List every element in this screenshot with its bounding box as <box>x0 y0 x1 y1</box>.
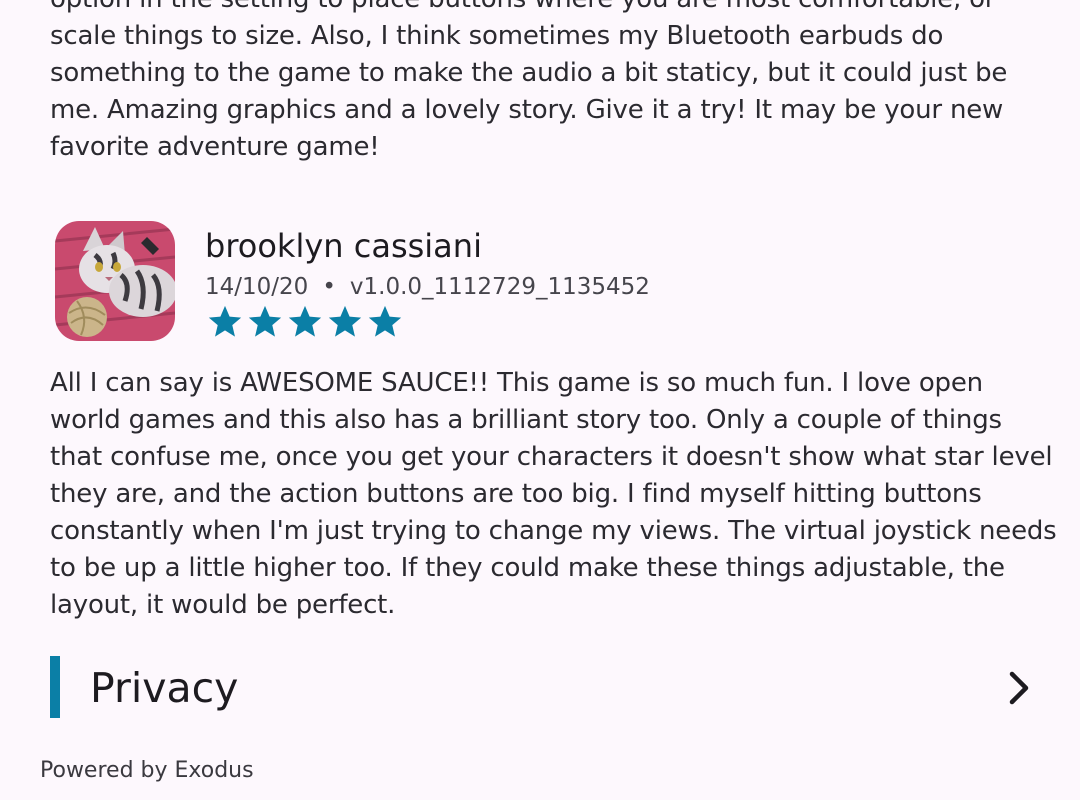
star-icon <box>208 305 242 337</box>
meta-separator: • <box>322 274 336 300</box>
reviewer-name: brooklyn cassiani <box>205 227 482 265</box>
reviewer-avatar <box>55 221 175 341</box>
chevron-right-icon[interactable] <box>1000 668 1040 708</box>
powered-by-footer: Powered by Exodus <box>40 758 254 783</box>
cat-avatar-icon <box>55 221 175 341</box>
app-version: v1.0.0_1112729_1135452 <box>349 274 650 300</box>
star-icon <box>248 305 282 337</box>
section-accent-bar <box>50 656 60 718</box>
privacy-section-link[interactable]: Privacy <box>50 656 1040 718</box>
star-icon <box>368 305 402 337</box>
previous-review-text: option in the setting to place buttons w… <box>50 0 1008 162</box>
star-icon <box>328 305 362 337</box>
star-rating <box>205 303 405 341</box>
privacy-title: Privacy <box>90 664 239 712</box>
review-date: 14/10/20 <box>205 274 309 300</box>
star-icon <box>288 305 322 337</box>
review-text: All I can say is AWESOME SAUCE!! This ga… <box>50 368 1057 620</box>
review-meta: 14/10/20 • v1.0.0_1112729_1135452 <box>205 272 650 302</box>
